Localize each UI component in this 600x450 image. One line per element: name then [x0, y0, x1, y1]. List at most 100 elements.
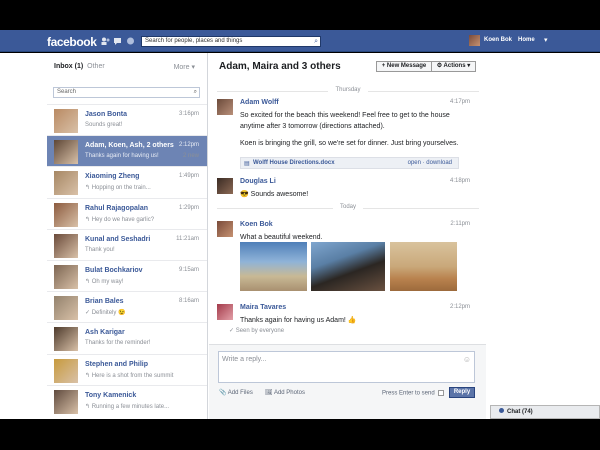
- thread-item[interactable]: Tony Kamenick ↰ Running a few minutes lat…: [47, 384, 207, 416]
- photo-starfish[interactable]: [390, 242, 457, 291]
- avatar[interactable]: [217, 99, 233, 115]
- avatar[interactable]: [54, 264, 78, 289]
- conversation-title: Adam, Maira and 3 others: [219, 61, 341, 72]
- messages-page: Inbox (1) Other More ▾ Search ⌕ Jason Bont…: [0, 53, 600, 419]
- photo-friends[interactable]: [311, 242, 385, 291]
- top-bar: facebook Search for people, places and t…: [0, 30, 600, 52]
- thread-item[interactable]: Rahul Rajagopalan ↰ Hey do we have garlic…: [47, 197, 207, 229]
- photo-beach[interactable]: [240, 242, 307, 291]
- avatar[interactable]: [54, 202, 78, 227]
- enter-to-send-toggle[interactable]: Press Enter to send: [382, 390, 444, 397]
- thread-time: 3:16pm: [178, 111, 199, 117]
- thread-item[interactable]: Brian Bales ✓ Definitely 😉 8:16am: [47, 291, 207, 322]
- thread-time: 1:29pm: [178, 204, 199, 211]
- sender-name[interactable]: Douglas Li: [240, 178, 276, 185]
- thread-name[interactable]: Tony Kamenick: [85, 392, 136, 399]
- message-time: 2:11pm: [450, 221, 470, 227]
- new-badge: 2 new: [182, 153, 199, 160]
- avatar[interactable]: [54, 296, 78, 321]
- search-input[interactable]: Search for people, places and things ⌕: [141, 36, 321, 47]
- thread-name[interactable]: Jason Bonta: [85, 111, 127, 118]
- avatar[interactable]: [217, 178, 233, 194]
- avatar[interactable]: [54, 389, 78, 414]
- thread-item[interactable]: Ash Karigar Thanks for the reminder!: [47, 322, 207, 353]
- thread-item[interactable]: Bulat Bochkariov ↰ Oh my way! 9:15am: [47, 259, 207, 291]
- thread-time: 1:49pm: [178, 173, 199, 180]
- thread-list: Jason Bonta Sounds great! 3:16pm Adam, Koen…: [47, 104, 207, 416]
- thread-time: 8:16am: [178, 298, 199, 305]
- seen-status: ✓ Seen by everyone: [229, 328, 285, 334]
- avatar[interactable]: [54, 171, 78, 196]
- day-divider: Today: [217, 204, 479, 215]
- actions-menu[interactable]: ⚙ Actions ▾: [431, 61, 476, 72]
- attachment-links[interactable]: open · download: [408, 158, 452, 168]
- thread-name[interactable]: Brian Bales: [85, 298, 124, 305]
- notifications-icon[interactable]: [126, 37, 135, 45]
- emoji-icon[interactable]: ☺: [463, 355, 471, 364]
- thread-name[interactable]: Ash Karigar: [85, 329, 125, 336]
- home-link[interactable]: Home: [518, 37, 535, 43]
- more-menu[interactable]: More ▾: [174, 63, 195, 71]
- thread-snippet: Sounds great!: [85, 122, 123, 128]
- avatar[interactable]: [54, 109, 78, 133]
- thread-list-panel: Inbox (1) Other More ▾ Search ⌕ Jason Bont…: [47, 53, 208, 419]
- avatar[interactable]: [217, 304, 233, 320]
- thread-search-input[interactable]: Search ⌕: [53, 87, 200, 98]
- chat-bar[interactable]: Chat (74): [490, 405, 600, 419]
- thread-name[interactable]: Xiaoming Zheng: [85, 173, 139, 180]
- thread-name[interactable]: Rahul Rajagopalan: [85, 205, 148, 212]
- friend-requests-icon[interactable]: [101, 37, 110, 45]
- tab-inbox[interactable]: Inbox (1): [54, 63, 83, 70]
- thread-snippet: Thanks again for having us!: [85, 153, 159, 160]
- facebook-logo[interactable]: facebook: [47, 35, 97, 49]
- search-icon: ⌕: [193, 89, 197, 95]
- thread-name[interactable]: Kunal and Seshadri: [85, 236, 150, 243]
- thread-snippet: Thank you!: [85, 246, 115, 253]
- thread-item[interactable]: Adam, Koen, Ash, 2 others Thanks again fo…: [47, 135, 207, 167]
- sender-name[interactable]: Adam Wolff: [240, 99, 279, 106]
- attachment[interactable]: ▤ Wolff House Directions.docx open · downl…: [240, 157, 459, 169]
- sender-name[interactable]: Koen Bok: [240, 221, 273, 228]
- thread-name[interactable]: Bulat Bochkariov: [85, 267, 143, 274]
- day-divider: Thursday: [217, 87, 479, 98]
- add-files-button[interactable]: 📎 Add Files: [219, 389, 253, 396]
- sender-name[interactable]: Maira Tavares: [240, 304, 286, 311]
- message-body: So excited for the beach this weekend! F…: [240, 112, 450, 130]
- thread-name[interactable]: Adam, Koen, Ash, 2 others: [85, 142, 174, 149]
- thread-snippet: ↰ Hopping on the train...: [85, 185, 151, 192]
- message-body: 😎 Sounds awesome!: [240, 191, 309, 198]
- online-icon: [499, 408, 504, 413]
- avatar[interactable]: [217, 221, 233, 237]
- avatar[interactable]: [469, 35, 480, 46]
- thread-snippet: ↰ Here is a shot from the summit: [85, 372, 174, 379]
- avatar[interactable]: [54, 140, 78, 165]
- reply-input[interactable]: Write a reply... ☺: [218, 351, 475, 383]
- new-message-button[interactable]: + New Message: [376, 61, 432, 72]
- thread-snippet: Thanks for the reminder!: [85, 340, 151, 347]
- message-time: 4:18pm: [449, 178, 470, 184]
- search-icon[interactable]: ⌕: [314, 37, 318, 46]
- message-time: 2:12pm: [449, 304, 470, 310]
- thread-item[interactable]: Stephen and Philip ↰ Here is a shot from …: [47, 353, 207, 385]
- reply-composer: Write a reply... ☺ 📎 Add Files 🖼 Add Phot…: [209, 344, 486, 419]
- enter-to-send-checkbox[interactable]: [437, 390, 444, 396]
- thread-item[interactable]: Kunal and Seshadri Thank you! 11:21am: [47, 228, 207, 260]
- add-photos-button[interactable]: 🖼 Add Photos: [265, 389, 305, 396]
- profile-link[interactable]: Koen Bok: [484, 37, 512, 43]
- avatar[interactable]: [54, 358, 78, 383]
- avatar[interactable]: [54, 233, 78, 258]
- thread-time: 11:21am: [176, 235, 199, 242]
- thread-item[interactable]: Jason Bonta Sounds great! 3:16pm: [47, 104, 207, 135]
- document-icon: ▤: [244, 161, 250, 167]
- tab-other[interactable]: Other: [87, 63, 105, 70]
- thread-snippet: ↰ Running a few minutes late...: [85, 403, 170, 410]
- account-menu-icon[interactable]: ▾: [544, 36, 548, 44]
- reply-button[interactable]: Reply: [449, 387, 475, 398]
- message-body: Koen is bringing the grill, so we're set…: [240, 140, 459, 147]
- thread-time: 9:15am: [178, 266, 199, 273]
- avatar[interactable]: [54, 327, 78, 352]
- thread-snippet: ↰ Oh my way!: [85, 278, 124, 285]
- thread-name[interactable]: Stephen and Philip: [85, 361, 148, 368]
- thread-item[interactable]: Xiaoming Zheng ↰ Hopping on the train... 1…: [47, 166, 207, 197]
- messages-icon[interactable]: [113, 37, 122, 45]
